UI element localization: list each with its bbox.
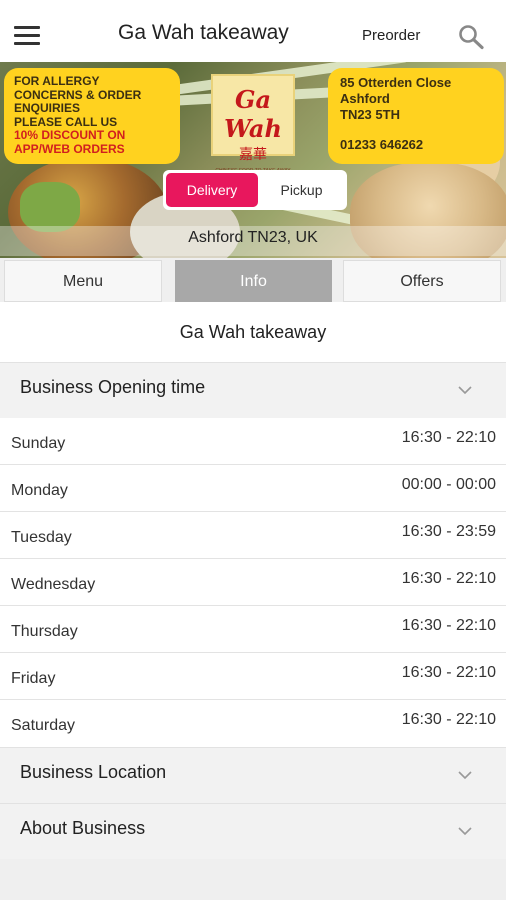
about-business-label: About Business [20, 818, 146, 838]
allergy-notice: FOR ALLERGY CONCERNS & ORDER ENQUIRIES P… [4, 68, 180, 164]
day-hours: 00:00 - 00:00 [401, 476, 496, 493]
business-name: Ga Wah takeaway [0, 302, 506, 362]
day-name: Thursday [11, 623, 78, 640]
allergy-line: PLEASE CALL US [14, 114, 118, 129]
discount-line: APP/WEB ORDERS [14, 141, 125, 156]
day-hours: 16:30 - 22:10 [401, 570, 496, 587]
day-name: Tuesday [11, 529, 72, 546]
discount-line: 10% DISCOUNT ON [14, 128, 126, 142]
day-hours: 16:30 - 22:10 [401, 664, 496, 681]
business-location-label: Business Location [20, 762, 167, 782]
restaurant-logo: Ga Wah 嘉華 CHINESE FOOD TO TAKE AWAY [211, 74, 295, 174]
address-line: Ashford [340, 91, 390, 106]
hours-row: Sunday 16:30 - 22:10 [0, 418, 506, 465]
opening-time-header[interactable]: Business Opening time [0, 362, 506, 418]
address-line: 85 Otterden Close [340, 75, 452, 90]
opening-time-label: Business Opening time [20, 377, 206, 397]
hamburger-menu-icon[interactable] [14, 26, 42, 46]
allergy-line: ENQUIRIES [14, 101, 81, 115]
pickup-option[interactable]: Pickup [259, 173, 344, 207]
top-app-bar: Ga Wah takeaway Preorder [0, 0, 506, 62]
day-hours: 16:30 - 22:10 [401, 711, 496, 728]
day-name: Sunday [11, 435, 66, 452]
tab-bar: Menu Info Offers [0, 258, 506, 302]
hours-row: Wednesday 16:30 - 22:10 [0, 559, 506, 606]
day-hours: 16:30 - 22:10 [401, 617, 496, 634]
delivery-option[interactable]: Delivery [166, 173, 258, 207]
hours-row: Monday 00:00 - 00:00 [0, 465, 506, 512]
day-name: Friday [11, 670, 56, 687]
logo-chinese-text: 嘉華 [239, 146, 267, 162]
tab-offers[interactable]: Offers [343, 260, 501, 302]
address-card: 85 Otterden Close Ashford TN23 5TH 01233… [328, 68, 504, 164]
day-name: Monday [11, 482, 68, 499]
hours-row: Tuesday 16:30 - 23:59 [0, 512, 506, 559]
address-line: TN23 5TH [340, 107, 400, 122]
preorder-button[interactable]: Preorder [362, 27, 420, 44]
allergy-line: CONCERNS & ORDER [14, 87, 142, 102]
tab-menu[interactable]: Menu [4, 260, 162, 302]
chevron-down-icon [458, 386, 472, 395]
day-name: Wednesday [11, 576, 96, 593]
hours-row: Friday 16:30 - 22:10 [0, 653, 506, 700]
hours-row: Thursday 16:30 - 22:10 [0, 606, 506, 653]
business-location-header[interactable]: Business Location [0, 747, 506, 803]
chevron-down-icon [458, 771, 472, 780]
app-title: Ga Wah takeaway [118, 21, 289, 44]
about-business-header[interactable]: About Business [0, 803, 506, 859]
logo-text: Ga Wah [224, 85, 282, 143]
day-hours: 16:30 - 23:59 [401, 523, 496, 540]
day-hours: 16:30 - 22:10 [401, 429, 496, 446]
search-icon[interactable] [457, 24, 485, 50]
day-name: Saturday [11, 717, 76, 734]
allergy-line: FOR ALLERGY [14, 74, 100, 88]
phone-number[interactable]: 01233 646262 [340, 137, 492, 153]
opening-hours-list: Sunday 16:30 - 22:10 Monday 00:00 - 00:0… [0, 418, 506, 747]
chevron-down-icon [458, 827, 472, 836]
order-type-toggle: Delivery Pickup [163, 170, 347, 210]
location-label: Ashford TN23, UK [0, 226, 506, 256]
info-content: Ga Wah takeaway Business Opening time Su… [0, 302, 506, 859]
hours-row: Saturday 16:30 - 22:10 [0, 700, 506, 747]
tab-info[interactable]: Info [175, 260, 332, 302]
